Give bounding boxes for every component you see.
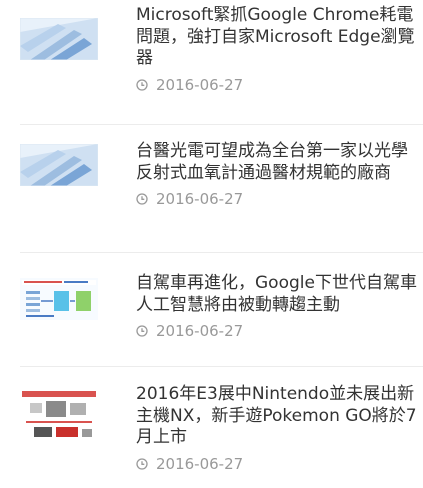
divider xyxy=(20,124,423,125)
divider xyxy=(20,252,423,253)
article-title[interactable]: 自駕車再進化，Google下世代自駕車人工智慧將由被動轉趨主動 xyxy=(136,273,423,316)
article-date: 2016-06-27 xyxy=(136,76,423,94)
divider xyxy=(20,366,423,367)
clock-icon xyxy=(136,193,148,205)
article-thumbnail[interactable] xyxy=(20,278,98,320)
article-thumbnail[interactable] xyxy=(20,18,98,60)
article-title[interactable]: 台醫光電可望成為全台第一家以光學反射式血氧計通過醫材規範的廠商 xyxy=(136,141,423,184)
clock-icon xyxy=(136,457,148,470)
article-date-text: 2016-06-27 xyxy=(156,454,244,473)
article-date: 2016-06-27 xyxy=(136,190,423,208)
article-list: Microsoft緊抓Google Chrome耗電問題，強打自家Microso… xyxy=(0,0,423,488)
article-thumbnail[interactable] xyxy=(20,389,98,441)
article-title[interactable]: Microsoft緊抓Google Chrome耗電問題，強打自家Microso… xyxy=(136,5,423,70)
article-thumbnail[interactable] xyxy=(20,144,98,186)
article-date-text: 2016-06-27 xyxy=(156,75,244,94)
clock-icon xyxy=(136,325,148,337)
article-date-text: 2016-06-27 xyxy=(156,190,244,208)
article-date-text: 2016-06-27 xyxy=(156,322,244,340)
clock-icon xyxy=(136,78,148,91)
article-title[interactable]: 2016年E3展中Nintendo並未展出新主機NX，新手遊Pokemon GO… xyxy=(136,384,423,449)
article-date: 2016-06-27 xyxy=(136,455,423,473)
article-date: 2016-06-27 xyxy=(136,322,423,340)
